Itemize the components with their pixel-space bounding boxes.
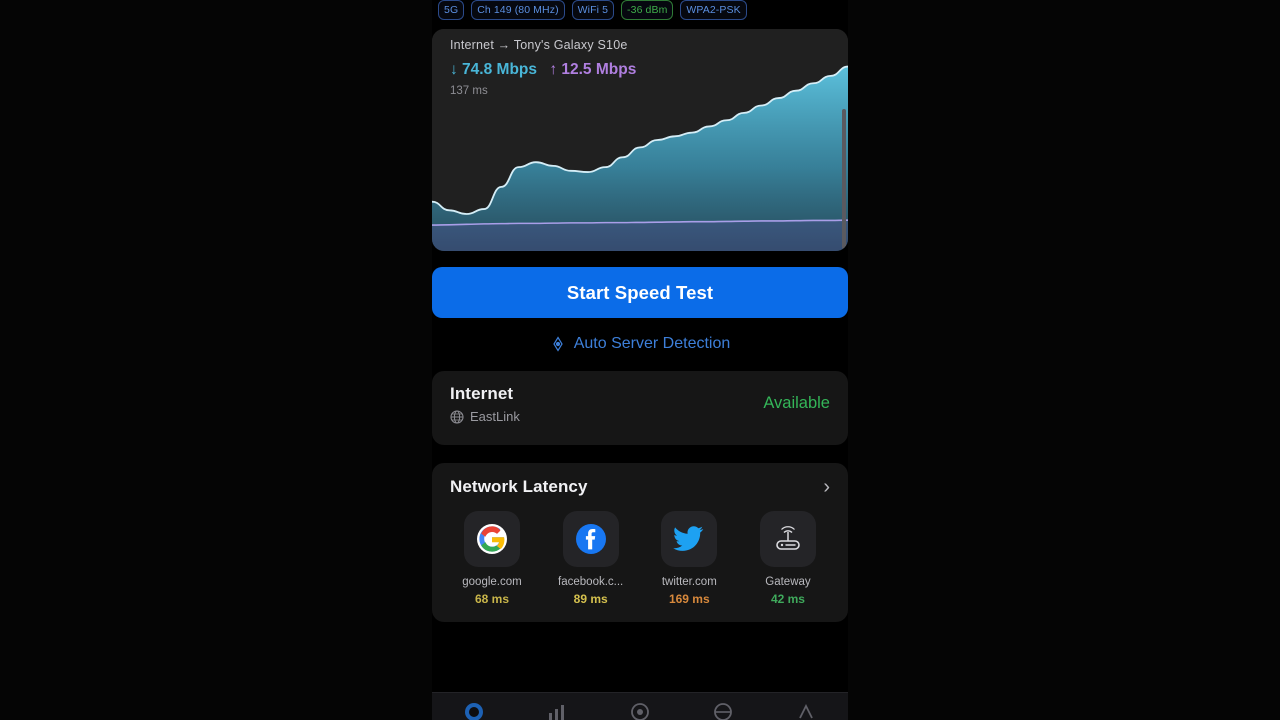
nav-more-icon[interactable]: [794, 700, 818, 720]
auto-server-detection-label: Auto Server Detection: [573, 335, 731, 352]
chart-header: Internet → Tony's Galaxy S10e ↓ 74.8 Mbp…: [450, 38, 636, 97]
twitter-icon: [673, 526, 704, 551]
badge-wifi-standard: WiFi 5: [571, 0, 615, 21]
latency-item-gateway[interactable]: Gateway 42 ms: [746, 511, 830, 606]
network-latency-title: Network Latency: [450, 477, 588, 496]
chevron-right-icon[interactable]: ›: [823, 477, 830, 497]
screen: Auto Server Detection Internet EastLink …: [0, 0, 1280, 720]
phone-viewport: 5G Ch 149 (80 MHz) WiFi 5 -36 dBm WPA2-P…: [432, 0, 848, 720]
latency-host-label: Gateway: [765, 576, 811, 588]
badge-security: WPA2-PSK: [680, 0, 747, 21]
internet-title: Internet: [450, 384, 514, 403]
latency-ms-value: 42 ms: [770, 592, 805, 606]
nav-devices-icon[interactable]: [628, 700, 652, 720]
latency-item-google[interactable]: google.com 68 ms: [450, 511, 534, 606]
throughput-chart-card: Internet → Tony's Galaxy S10e ↓ 74.8 Mbp…: [432, 29, 848, 251]
latency-tile: [661, 511, 718, 567]
vertical-scrollbar[interactable]: [842, 109, 846, 249]
latency-ms-value: 89 ms: [573, 592, 608, 606]
auto-server-detection-row[interactable]: Auto Server Detection: [432, 335, 848, 353]
facebook-icon: [575, 524, 606, 554]
latency-item-facebook[interactable]: facebook.c... 89 ms: [549, 511, 633, 606]
globe-icon: [450, 409, 464, 424]
latency-tile: [759, 511, 816, 567]
latency-item-twitter[interactable]: twitter.com 169 ms: [647, 511, 731, 606]
latency-ms-value: 68 ms: [474, 592, 510, 606]
latency-ms-value: 169 ms: [668, 592, 710, 606]
router-icon: [776, 526, 800, 550]
upload-speed-value: ↑ 12.5 Mbps: [549, 61, 637, 78]
download-speed-value: ↓ 74.8 Mbps: [450, 61, 537, 78]
chart-speeds: ↓ 74.8 Mbps ↑ 12.5 Mbps: [450, 61, 636, 79]
google-icon: [477, 524, 507, 554]
latency-host-label: facebook.c...: [558, 576, 624, 588]
latency-tile: [562, 511, 619, 567]
badge-signal-strength: -36 dBm: [621, 0, 674, 21]
internet-isp-name: EastLink: [470, 409, 520, 424]
latency-host-label: twitter.com: [661, 576, 717, 588]
chart-route-label: Internet → Tony's Galaxy S10e: [450, 38, 628, 52]
badge-band: 5G: [438, 0, 465, 21]
nav-chart-icon[interactable]: [545, 700, 569, 720]
internet-card-left: Internet EastLink: [450, 384, 520, 424]
internet-card[interactable]: Internet EastLink Available: [432, 371, 848, 445]
latency-tile: [464, 511, 520, 567]
internet-status-badge: Available: [763, 394, 830, 412]
start-speed-test-button[interactable]: Start Speed Test: [432, 267, 848, 318]
latency-value: 137 ms: [450, 85, 488, 97]
internet-isp-row: EastLink: [450, 409, 520, 424]
connection-badges: 5G Ch 149 (80 MHz) WiFi 5 -36 dBm WPA2-P…: [432, 0, 848, 21]
target-crosshair-icon: [553, 336, 563, 352]
latency-targets-grid: google.com 68 ms facebook.c... 89 ms twi…: [450, 511, 830, 606]
badge-channel: Ch 149 (80 MHz): [471, 0, 565, 21]
latency-host-label: google.com: [462, 576, 522, 588]
bottom-navigation-bar[interactable]: [432, 692, 848, 720]
network-latency-header: Network Latency ›: [450, 477, 830, 497]
nav-globe-icon[interactable]: [711, 700, 735, 720]
nav-speedtest-icon[interactable]: [462, 700, 486, 720]
network-latency-card[interactable]: Network Latency › google.com 68 ms faceb…: [432, 463, 848, 622]
